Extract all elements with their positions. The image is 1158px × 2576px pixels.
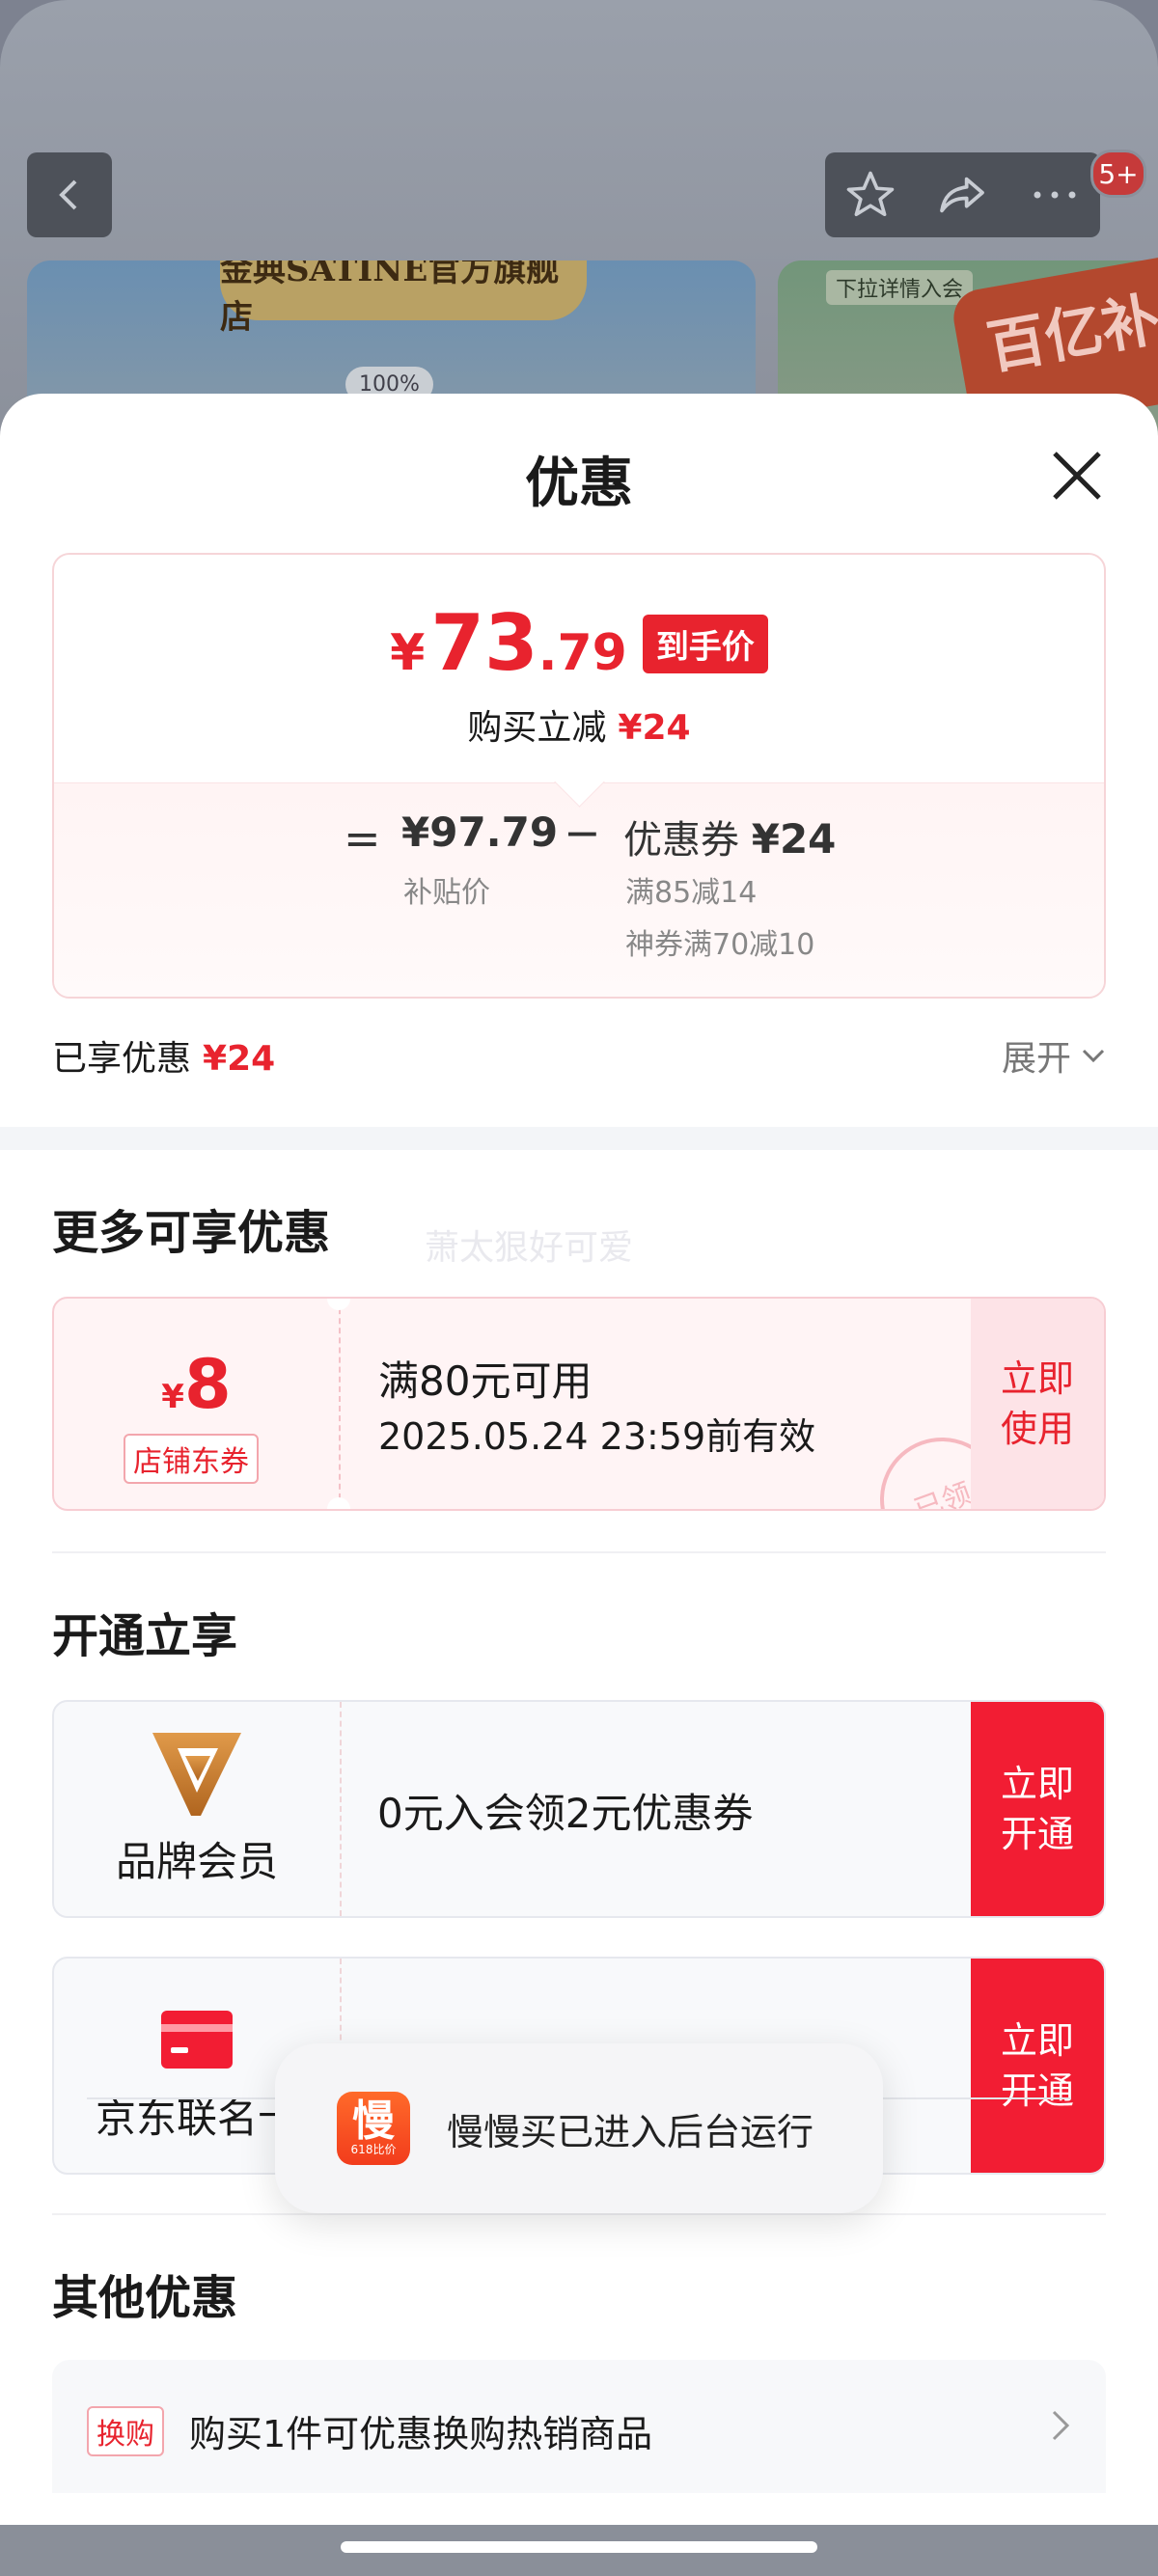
top-action-bar: [825, 152, 1100, 237]
subsidy-price-label: 补贴价: [403, 876, 490, 910]
section-divider: [0, 1127, 1158, 1150]
chevron-right-icon: [1052, 2410, 1070, 2441]
minus-sign: −: [564, 807, 601, 859]
member-card-name: 品牌会员: [115, 1838, 278, 1885]
exchange-tag: 换购: [87, 2406, 164, 2456]
section-heading-membership: 开通立享: [52, 1609, 238, 1663]
final-price-tag: 到手价: [642, 614, 768, 673]
star-icon[interactable]: [844, 169, 896, 221]
subsidy-price: ¥97.79: [401, 808, 559, 856]
separator: [52, 1551, 1106, 1553]
share-icon[interactable]: [935, 168, 989, 222]
coupon-notch: [327, 1497, 350, 1509]
store-coupon-card[interactable]: ¥8 店铺东券 满80元可用 2025.05.24 23:59前有效 已领 立即…: [52, 1297, 1106, 1511]
store-name: 金典SATINE官方旗舰店: [220, 260, 587, 337]
coupon-amount: ¥8: [161, 1345, 232, 1424]
offers-sheet: 优惠 ¥ 73 .79 到手价 购买立减 ¥24 = ¥97.79 补贴价 − 优…: [0, 394, 1158, 2576]
notification-badge: 5+: [1090, 150, 1146, 198]
home-indicator[interactable]: [341, 2541, 817, 2553]
price-integer: 73: [430, 598, 538, 688]
coupon-validity: 2025.05.24 23:59前有效: [378, 1415, 816, 1458]
chevron-down-icon: [1082, 1049, 1105, 1063]
coupon-detail: 满85减14: [625, 876, 758, 910]
watermark: 萧太狠好可爱: [425, 1228, 634, 1268]
close-icon[interactable]: [1047, 446, 1107, 506]
app-logo: 慢 618比价: [337, 2092, 410, 2165]
brand-v-logo-icon: [152, 1733, 241, 1816]
equals-sign: =: [344, 812, 381, 864]
enjoyed-discount: 已享优惠 ¥24: [52, 1039, 276, 1079]
coupon-type-badge: 店铺东券: [124, 1434, 259, 1484]
section-heading-other-offers: 其他优惠: [52, 2271, 238, 2325]
instant-reduction: 购买立减 ¥24: [467, 708, 691, 748]
final-price: ¥ 73 .79 到手价: [54, 605, 1104, 682]
credit-card-icon: [161, 2011, 233, 2069]
expand-button[interactable]: 展开: [1002, 1030, 1106, 1081]
price-breakdown-card: ¥ 73 .79 到手价 购买立减 ¥24 = ¥97.79 补贴价 − 优惠券 …: [52, 553, 1106, 999]
price-decimal: .79: [538, 624, 627, 682]
activate-button[interactable]: 立即 开通: [971, 1702, 1104, 1916]
member-card-offer: 0元入会领2元优惠券: [377, 1790, 754, 1837]
activate-button[interactable]: 立即 开通: [971, 1959, 1104, 2173]
background-run-toast: 慢 618比价 慢慢买已进入后台运行: [275, 2043, 883, 2213]
back-button[interactable]: [27, 152, 112, 237]
list-item[interactable]: 换购 购买1件可优惠换购热销商品: [52, 2360, 1106, 2493]
chevron-left-icon: [59, 179, 77, 210]
sheet-title: 优惠: [525, 452, 633, 515]
coupon-detail: 神券满70减10: [625, 928, 815, 962]
brand-member-card[interactable]: 品牌会员 0元入会领2元优惠券 立即 开通: [52, 1700, 1106, 1918]
coupon-total: 优惠券 ¥24: [623, 815, 837, 863]
use-now-button[interactable]: 立即 使用: [971, 1299, 1104, 1509]
section-heading-more-offers: 更多可享优惠: [52, 1206, 331, 1260]
banner-tip: 下拉详情入会: [826, 270, 974, 305]
toast-message: 慢慢买已进入后台运行: [447, 2110, 814, 2153]
separator: [52, 2213, 1106, 2215]
price-formula: = ¥97.79 补贴价 − 优惠券 ¥24 满85减14 神券满70减10: [54, 756, 1104, 997]
more-icon[interactable]: [1029, 185, 1081, 205]
offer-text: 购买1件可优惠换购热销商品: [189, 2413, 653, 2455]
coupon-condition: 满80元可用: [378, 1357, 593, 1405]
